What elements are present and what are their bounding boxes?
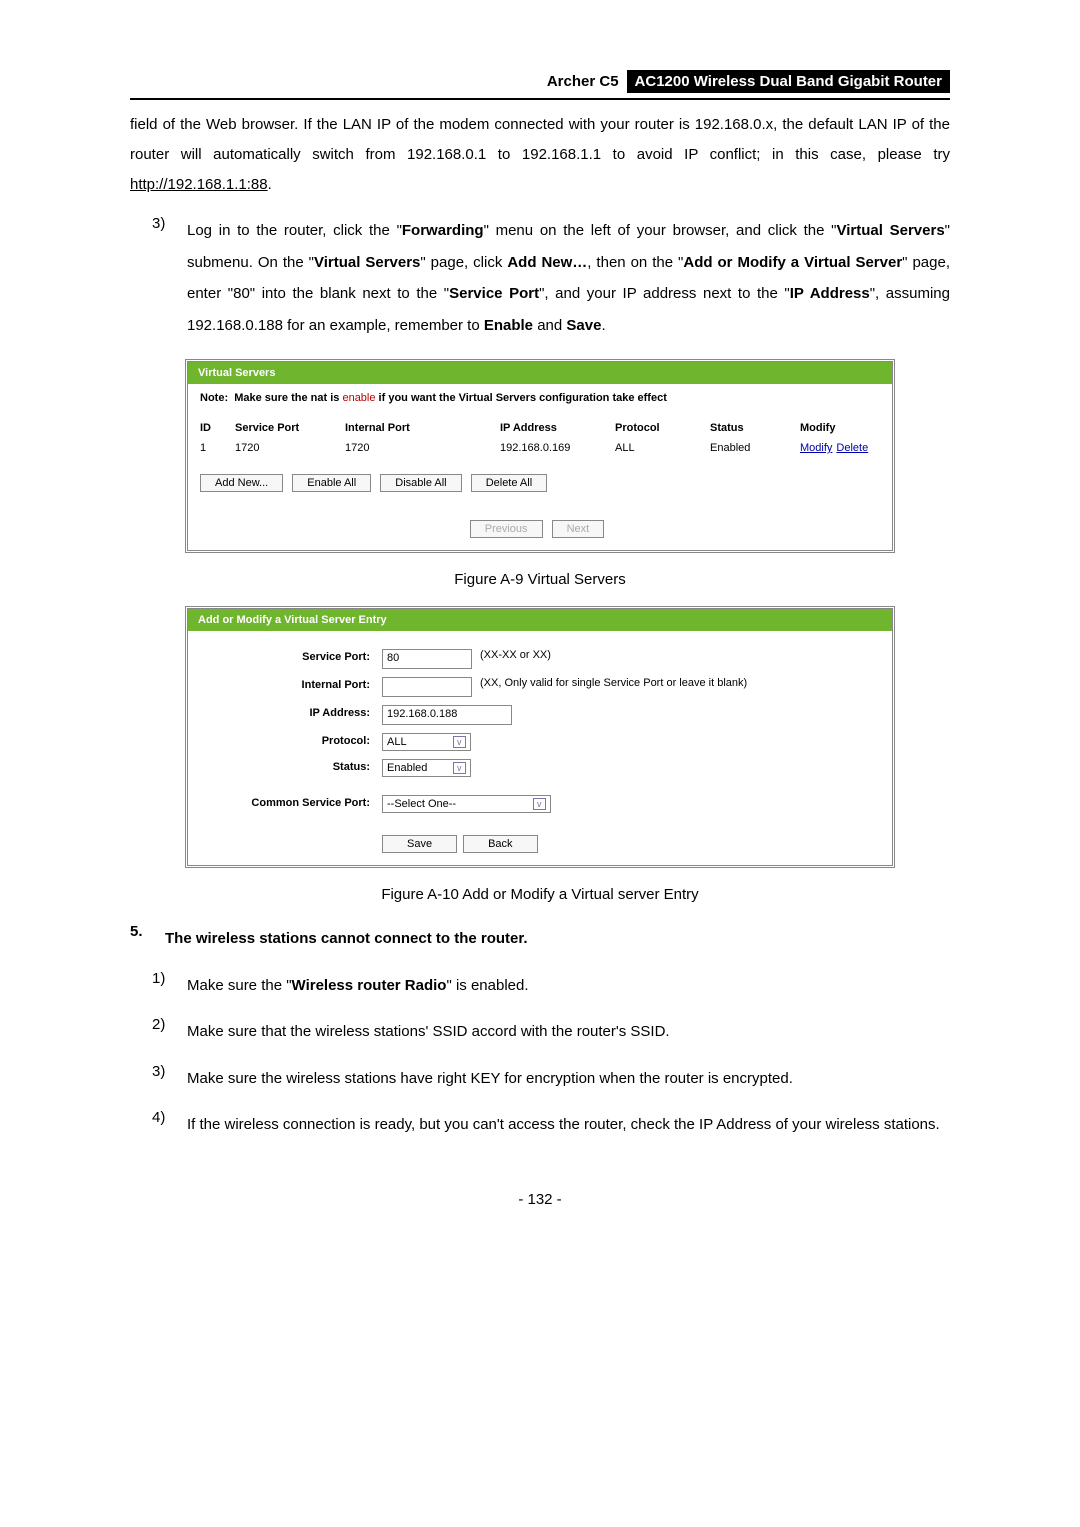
sel-csp[interactable]: --Select One--v xyxy=(382,795,551,813)
inp-addr[interactable]: 192.168.0.188 xyxy=(382,705,512,725)
sel-stat[interactable]: Enabledv xyxy=(382,759,471,777)
link-delete[interactable]: Delete xyxy=(836,442,868,454)
chevron-down-icon: v xyxy=(533,798,546,810)
vs-title: Virtual Servers xyxy=(188,362,892,384)
btn-disableall[interactable]: Disable All xyxy=(380,474,461,492)
para-top: field of the Web browser. If the LAN IP … xyxy=(130,110,950,200)
inp-ip[interactable] xyxy=(382,677,472,697)
page-number: - 132 - xyxy=(130,1191,950,1208)
btn-next: Next xyxy=(552,520,605,538)
vs-btns: Add New... Enable All Disable All Delete… xyxy=(188,468,892,508)
screenshot-vs: Virtual Servers Note: Make sure the nat … xyxy=(185,359,895,553)
chevron-down-icon: v xyxy=(453,762,466,774)
model: Archer C5 xyxy=(539,70,627,93)
product: AC1200 Wireless Dual Band Gigabit Router xyxy=(627,70,950,93)
chevron-down-icon: v xyxy=(453,736,466,748)
btn-back[interactable]: Back xyxy=(463,835,537,853)
btn-enableall[interactable]: Enable All xyxy=(292,474,371,492)
btn-deleteall[interactable]: Delete All xyxy=(471,474,547,492)
btn-save[interactable]: Save xyxy=(382,835,457,853)
inp-sp[interactable]: 80 xyxy=(382,649,472,669)
am-title: Add or Modify a Virtual Server Entry xyxy=(188,609,892,631)
figA10: Figure A-10 Add or Modify a Virtual serv… xyxy=(130,886,950,903)
btn-addnew[interactable]: Add New... xyxy=(200,474,283,492)
step-3: 3) Log in to the router, click the "Forw… xyxy=(152,215,950,341)
btn-prev: Previous xyxy=(470,520,543,538)
heading-5: 5. The wireless stations cannot connect … xyxy=(130,923,950,955)
vs-row: 117201720192.168.0.169ALLEnabledModifyDe… xyxy=(188,438,892,468)
header-bar: Archer C5 AC1200 Wireless Dual Band Giga… xyxy=(130,70,950,100)
vs-head: IDService PortInternal PortIP AddressPro… xyxy=(188,412,892,438)
screenshot-am: Add or Modify a Virtual Server Entry Ser… xyxy=(185,606,895,868)
figA9: Figure A-9 Virtual Servers xyxy=(130,571,950,588)
sel-proto[interactable]: ALLv xyxy=(382,733,471,751)
link-modify[interactable]: Modify xyxy=(800,442,832,454)
link-ip[interactable]: http://192.168.1.1:88 xyxy=(130,176,268,193)
